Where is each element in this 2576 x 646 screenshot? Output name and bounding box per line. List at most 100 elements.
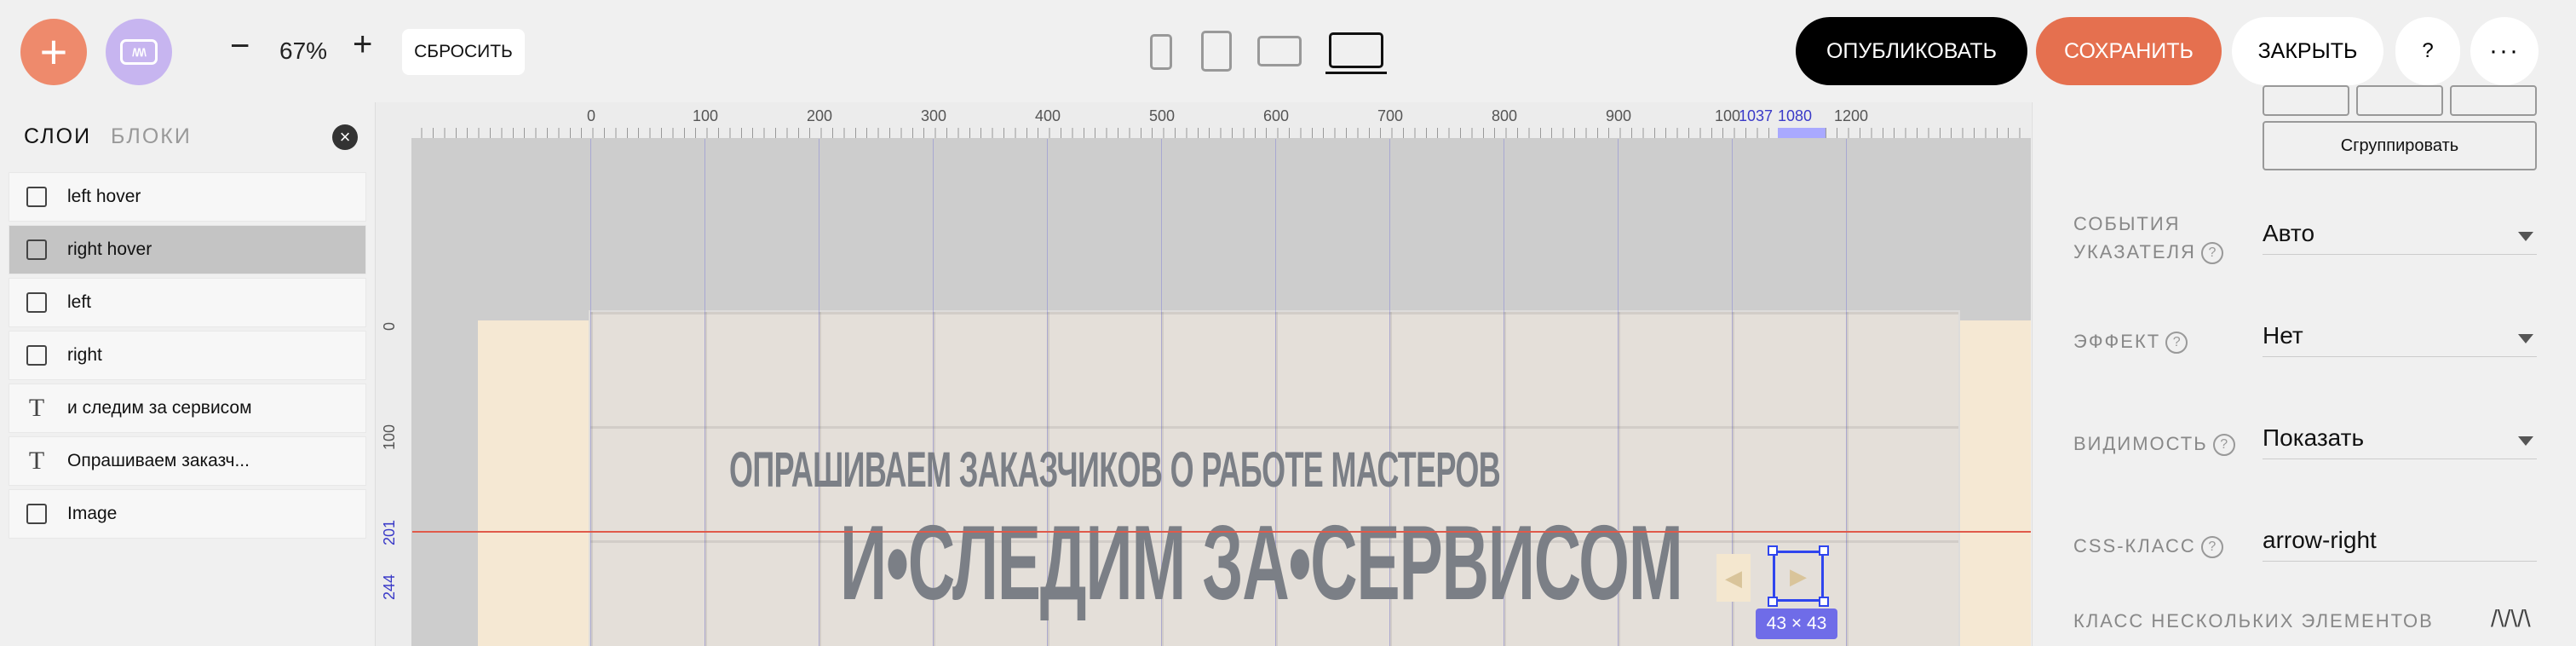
close-button[interactable]: ЗАКРЫТЬ <box>2232 17 2383 85</box>
layer-item[interactable]: Image <box>9 489 366 539</box>
ruler-tick-label: 1200 <box>1834 107 1869 124</box>
shape-layer-icon <box>26 187 47 207</box>
ruler-tick-label: 500 <box>1149 107 1176 124</box>
horizontal-ruler: 0 100 200 300 400 500 600 700 800 900 10… <box>376 102 2031 139</box>
grid-guide <box>704 138 705 646</box>
select-value: Показать <box>2263 424 2365 451</box>
align-button[interactable] <box>2263 85 2349 116</box>
ruler-tick-label: 200 <box>807 107 833 124</box>
tablet-icon[interactable] <box>1201 31 1232 72</box>
grid-guide <box>590 138 591 646</box>
ruler-tick-label: 600 <box>1263 107 1290 124</box>
logo-button[interactable]: /\/\/\ <box>106 19 172 85</box>
tab-layers[interactable]: СЛОИ <box>24 124 91 149</box>
help-icon[interactable]: ? <box>2200 536 2223 559</box>
ruler-tick-label: 201 <box>381 519 398 545</box>
text-layer-icon: T <box>28 447 45 475</box>
align-button[interactable] <box>2450 85 2537 116</box>
shape-layer-icon <box>26 239 47 260</box>
input-value: arrow-right <box>2263 527 2377 553</box>
tab-blocks[interactable]: БЛОКИ <box>111 124 192 149</box>
publish-button[interactable]: ОПУБЛИКОВАТЬ <box>1796 17 2027 85</box>
heading-text[interactable]: И•СЛЕДИМ ЗА•СЕРВИСОМ <box>840 503 1683 624</box>
active-device-indicator <box>1325 72 1387 74</box>
laptop-icon[interactable] <box>1329 32 1383 68</box>
zoom-in-button[interactable]: + <box>353 27 372 61</box>
css-class-label: CSS-КЛАСС? <box>2073 532 2223 560</box>
prop-label-text: ВИДИМОСТЬ <box>2073 433 2208 454</box>
more-options-button[interactable]: ··· <box>2470 17 2539 85</box>
pointer-events-select[interactable]: Авто <box>2263 220 2537 255</box>
vertical-ruler: 0 100 201 244 <box>376 138 412 646</box>
resize-handle[interactable] <box>1768 597 1778 607</box>
save-button[interactable]: СОХРАНИТЬ <box>2036 17 2222 85</box>
wave-icon[interactable]: /\/\/\ <box>2491 605 2531 632</box>
close-panel-icon[interactable]: × <box>332 124 358 150</box>
ruler-tick-label: 0 <box>587 107 596 124</box>
effect-select[interactable]: Нет <box>2263 322 2537 357</box>
ruler-tick-label: 244 <box>381 574 398 600</box>
select-value: Авто <box>2263 220 2315 246</box>
ruler-tick-label: 1080 <box>1778 107 1813 124</box>
ruler-tick-label: 700 <box>1377 107 1404 124</box>
layer-label: Опрашиваем заказч... <box>67 451 250 470</box>
logo-icon: /\/\/\ <box>120 39 158 65</box>
text-layer-icon: T <box>28 394 45 422</box>
properties-panel: Сгруппировать СОБЫТИЯ УКАЗАТЕЛЯ? Авто ЭФ… <box>2032 85 2576 646</box>
ruler-tick-label: 0 <box>381 321 398 331</box>
size-badge: 43 × 43 <box>1756 609 1837 639</box>
phone-icon[interactable] <box>1150 34 1172 70</box>
group-button[interactable]: Сгруппировать <box>2263 121 2537 170</box>
prop-label-text: УКАЗАТЕЛЯ <box>2073 241 2196 262</box>
ruler-selection-highlight <box>1778 128 1826 138</box>
select-value: Нет <box>2263 322 2303 349</box>
chevron-down-icon <box>2518 232 2533 241</box>
layer-label: и следим за сервисом <box>67 398 252 418</box>
effect-label: ЭФФЕКТ? <box>2073 327 2188 355</box>
layer-label: left hover <box>67 187 141 206</box>
layer-item-selected[interactable]: right hover <box>9 225 366 274</box>
ruler-tick-label: 1037 <box>1739 107 1774 124</box>
zoom-level: 67% <box>279 37 328 64</box>
prop-label-text: СОБЫТИЯ <box>2073 213 2181 234</box>
help-button[interactable]: ? <box>2395 17 2460 85</box>
editor-canvas[interactable]: ОПРАШИВАЕМ ЗАКАЗЧИКОВ О РАБОТЕ МАСТЕРОВ … <box>376 102 2031 646</box>
layer-item[interactable]: T и следим за сервисом <box>9 384 366 433</box>
resize-handle[interactable] <box>1768 545 1778 556</box>
align-button[interactable] <box>2356 85 2443 116</box>
shape-layer-icon <box>26 292 47 313</box>
tablet-landscape-icon[interactable] <box>1257 36 1302 66</box>
ruler-corner <box>376 102 411 138</box>
layer-label: right hover <box>67 239 152 259</box>
ruler-tick-label: 100 <box>693 107 719 124</box>
prop-label-text: ЭФФЕКТ <box>2073 331 2161 352</box>
layer-label: left <box>67 292 92 312</box>
layer-label: Image <box>67 504 118 523</box>
grid-guide <box>1846 138 1847 646</box>
layer-item[interactable]: left hover <box>9 172 366 222</box>
css-class-input[interactable]: arrow-right <box>2263 527 2537 562</box>
prop-label-text: CSS-КЛАСС <box>2073 535 2196 557</box>
layer-item[interactable]: left <box>9 278 366 327</box>
visibility-select[interactable]: Показать <box>2263 424 2537 459</box>
help-icon[interactable]: ? <box>2200 242 2223 265</box>
snap-guide-line <box>411 531 2031 533</box>
pointer-events-label: СОБЫТИЯ УКАЗАТЕЛЯ? <box>2073 210 2223 266</box>
ruler-tick-label: 900 <box>1606 107 1632 124</box>
resize-handle[interactable] <box>1819 545 1829 556</box>
layer-item[interactable]: right <box>9 331 366 380</box>
reset-zoom-button[interactable]: СБРОСИТЬ <box>402 29 525 75</box>
help-icon[interactable]: ? <box>2165 332 2188 355</box>
help-icon[interactable]: ? <box>2212 434 2235 457</box>
multi-class-label: КЛАСС НЕСКОЛЬКИХ ЭЛЕМЕНТОВ <box>2073 610 2434 632</box>
layer-item[interactable]: T Опрашиваем заказч... <box>9 436 366 486</box>
ruler-tick-label: 100 <box>381 424 398 450</box>
subheading-text[interactable]: ОПРАШИВАЕМ ЗАКАЗЧИКОВ О РАБОТЕ МАСТЕРОВ <box>729 441 1501 499</box>
right-arrow-button-selected[interactable]: ▶ <box>1773 551 1824 602</box>
add-element-button[interactable]: + <box>20 19 87 85</box>
resize-handle[interactable] <box>1819 597 1829 607</box>
zoom-out-button[interactable]: − <box>230 29 250 63</box>
layers-panel: СЛОИ БЛОКИ × left hover right hover left… <box>0 102 376 646</box>
left-arrow-button[interactable]: ◀ <box>1716 554 1751 602</box>
top-toolbar: + /\/\/\ − 67% + СБРОСИТЬ ОПУБЛИКОВАТЬ С… <box>0 0 2576 102</box>
